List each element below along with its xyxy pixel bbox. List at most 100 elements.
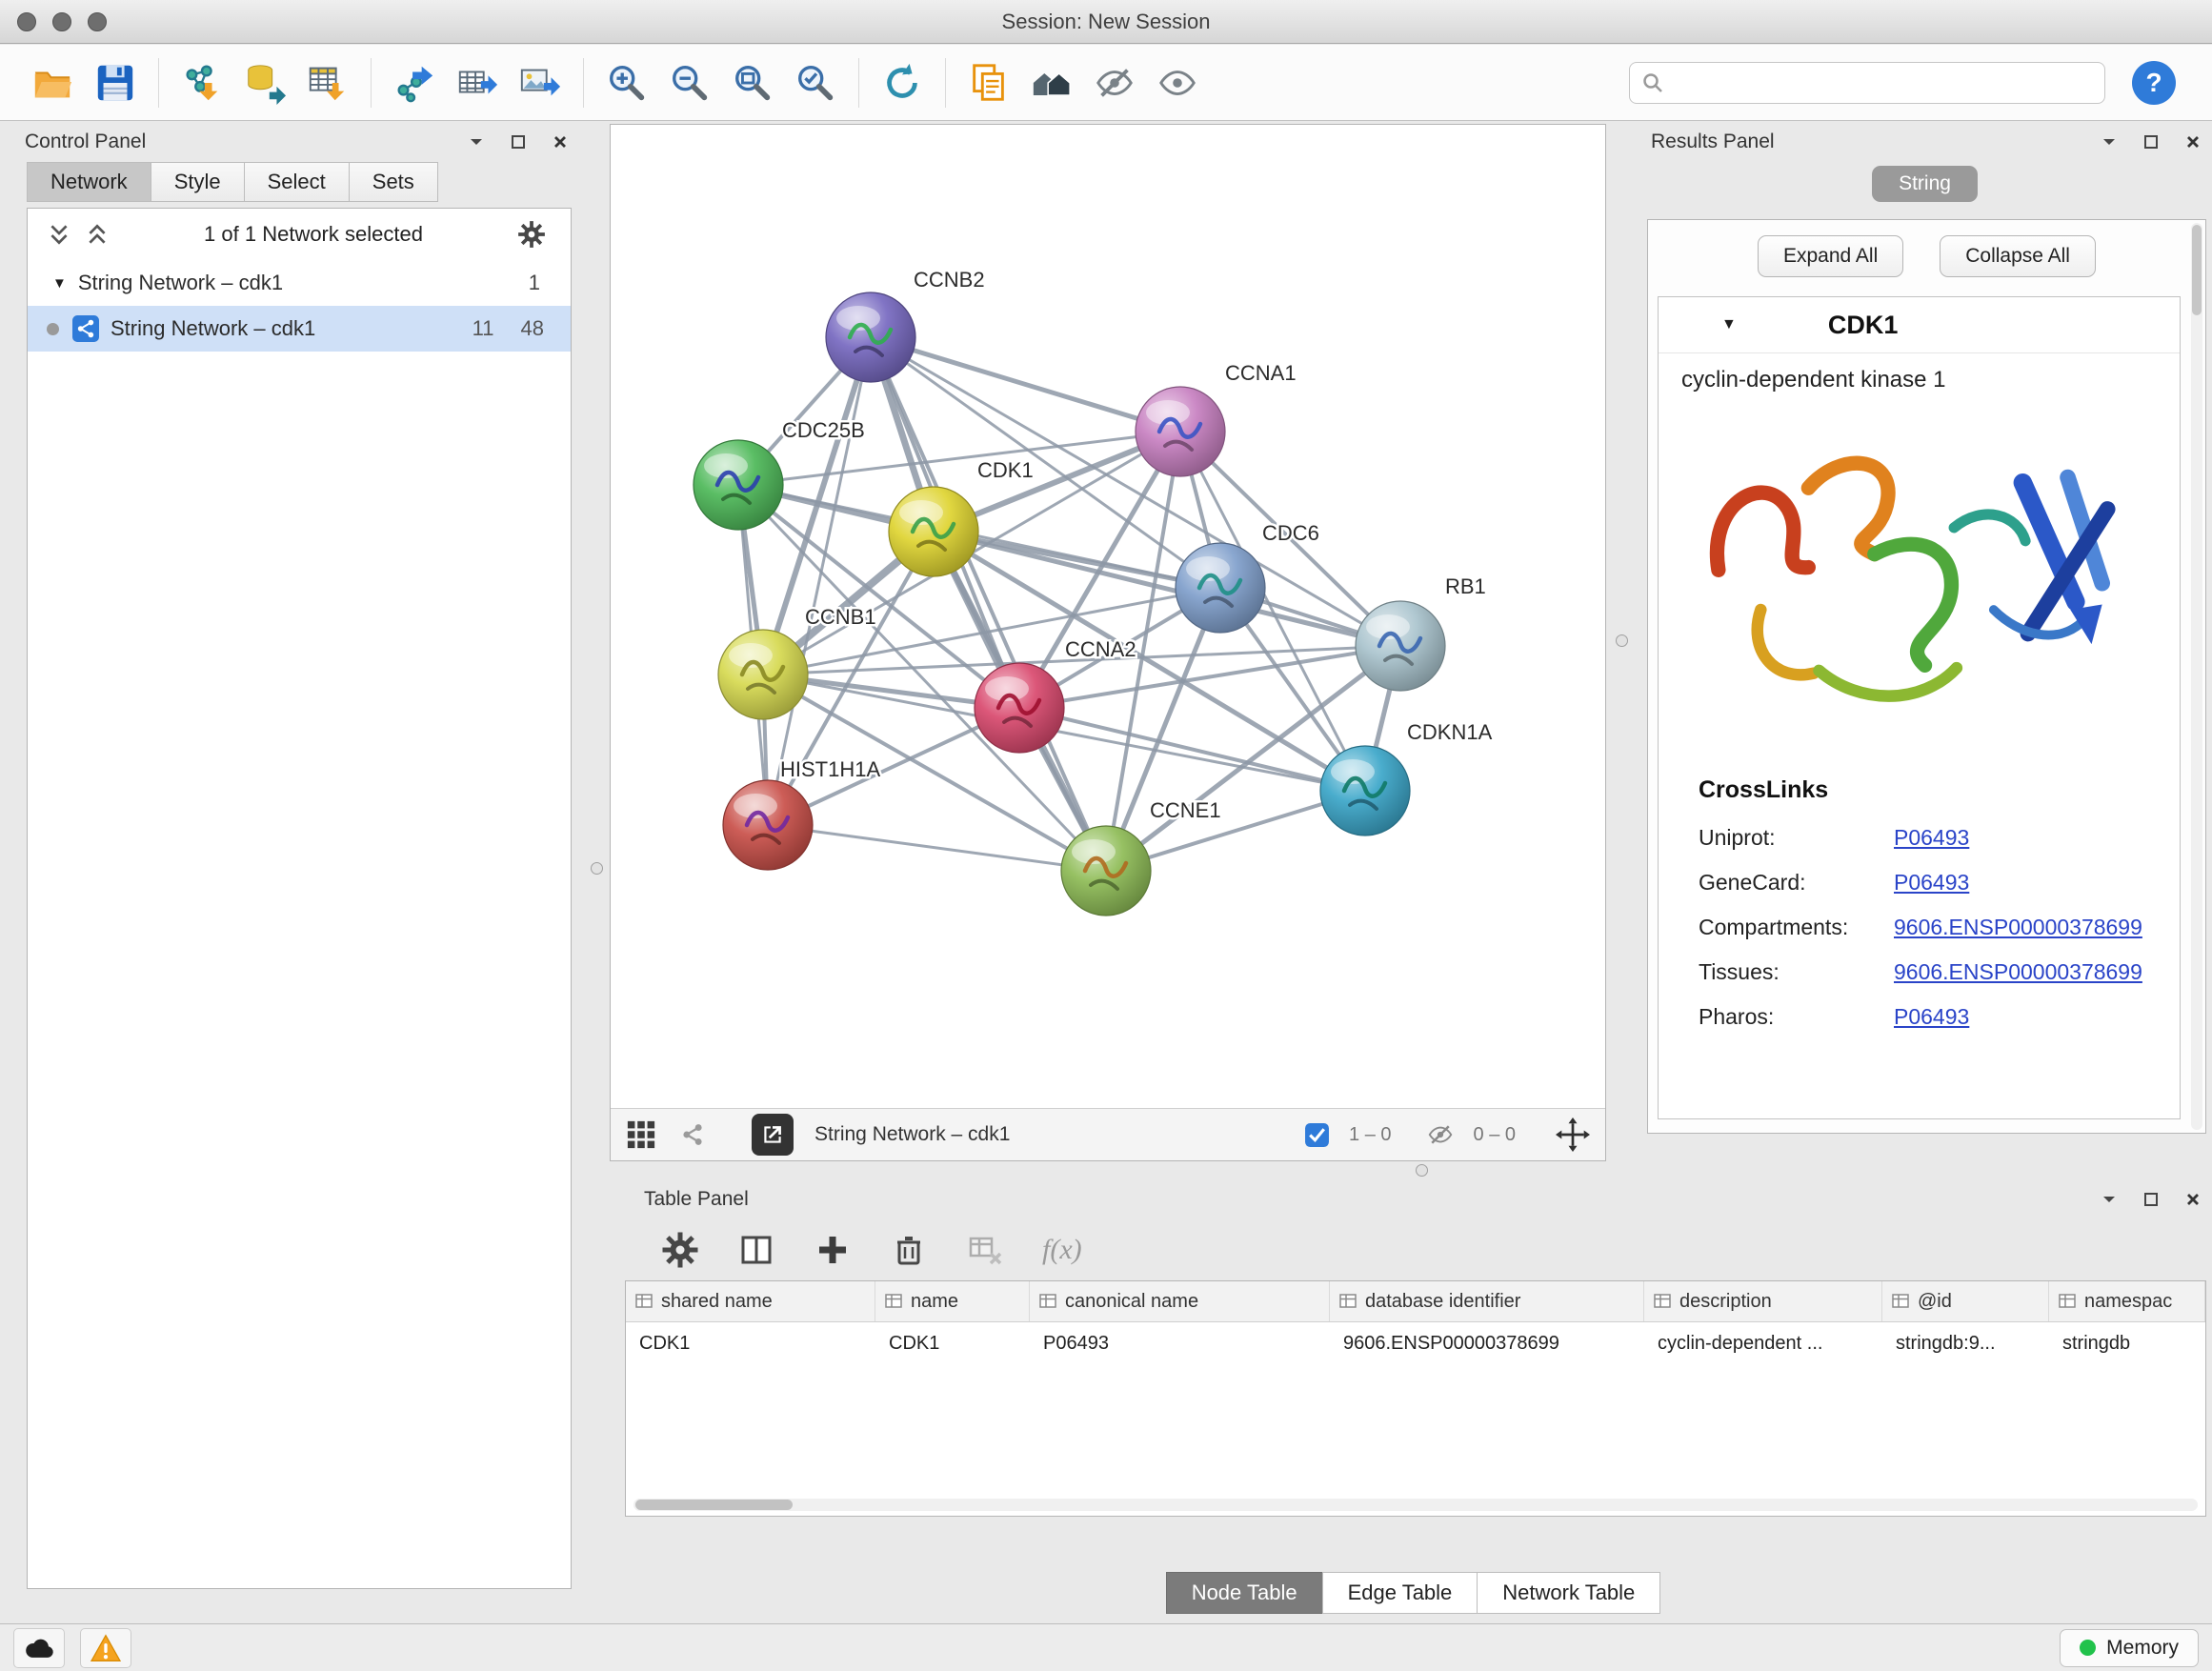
import-table-button[interactable] <box>300 55 355 111</box>
delete-table-button[interactable] <box>966 1231 1004 1269</box>
global-search-field[interactable] <box>1629 62 2105 104</box>
graph-node-ccna1[interactable]: CCNA1 <box>1136 361 1297 476</box>
open-session-button[interactable] <box>25 55 80 111</box>
zoom-out-button[interactable] <box>662 55 717 111</box>
column-header-name[interactable]: name <box>875 1281 1030 1321</box>
tab-select[interactable]: Select <box>244 162 350 202</box>
column-header--id[interactable]: @id <box>1882 1281 2049 1321</box>
table-cell[interactable]: P06493 <box>1030 1322 1330 1364</box>
open-in-new-window-button[interactable] <box>752 1114 794 1156</box>
hide-details-button[interactable] <box>1087 55 1142 111</box>
crosslink-link[interactable]: 9606.ENSP00000378699 <box>1894 915 2142 940</box>
left-splitter-handle[interactable] <box>591 862 603 875</box>
column-header-namespac[interactable]: namespac <box>2049 1281 2205 1321</box>
panel-menu-icon[interactable] <box>2100 1190 2119 1209</box>
gear-icon[interactable] <box>517 220 546 249</box>
table-cell[interactable]: stringdb <box>2049 1322 2205 1364</box>
network-collection-row[interactable]: ▼ String Network – cdk1 1 <box>28 260 571 306</box>
float-panel-icon[interactable] <box>2142 132 2161 151</box>
protein-card-header[interactable]: ▼ CDK1 <box>1659 297 2180 353</box>
bottom-splitter-handle[interactable] <box>1416 1164 1428 1177</box>
table-cell[interactable]: CDK1 <box>626 1322 875 1364</box>
table-cell[interactable]: CDK1 <box>875 1322 1030 1364</box>
graph-edge[interactable] <box>768 337 871 825</box>
graph-edge[interactable] <box>871 337 1180 432</box>
graph-node-ccne1[interactable]: CCNE1 <box>1061 798 1221 916</box>
table-row[interactable]: CDK1CDK1P064939606.ENSP00000378699cyclin… <box>626 1322 2205 1364</box>
column-header-description[interactable]: description <box>1644 1281 1882 1321</box>
table-cell[interactable]: 9606.ENSP00000378699 <box>1330 1322 1644 1364</box>
minimize-window-button[interactable] <box>52 12 71 31</box>
column-header-canonical-name[interactable]: canonical name <box>1030 1281 1330 1321</box>
zoom-selected-button[interactable] <box>788 55 843 111</box>
export-network-button[interactable] <box>387 55 442 111</box>
crosslink-link[interactable]: P06493 <box>1894 825 1969 851</box>
apply-layout-button[interactable] <box>875 55 930 111</box>
birds-eye-view-icon[interactable] <box>626 1119 656 1150</box>
float-panel-icon[interactable] <box>2142 1190 2161 1209</box>
collapse-all-button[interactable]: Collapse All <box>1940 235 2096 277</box>
panel-menu-icon[interactable] <box>2100 132 2119 151</box>
duplicate-network-button[interactable] <box>961 55 1016 111</box>
graph-node-rb1[interactable]: RB1 <box>1356 574 1486 691</box>
crosslink-link[interactable]: 9606.ENSP00000378699 <box>1894 959 2142 985</box>
network-row-selected[interactable]: String Network – cdk1 11 48 <box>28 306 571 352</box>
search-input[interactable] <box>1674 70 2093 94</box>
float-panel-icon[interactable] <box>509 132 528 151</box>
expand-all-icon[interactable] <box>85 222 110 247</box>
add-column-button[interactable] <box>814 1231 852 1269</box>
results-scrollbar[interactable] <box>2191 223 2202 1130</box>
collapse-triangle-icon[interactable]: ▼ <box>1721 316 1737 333</box>
maximize-window-button[interactable] <box>88 12 107 31</box>
import-network-file-button[interactable] <box>174 55 230 111</box>
network-canvas[interactable]: CCNB2CCNA1CDC25BCDK1CDC6RB1CCNB1CCNA2CDK… <box>611 125 1605 1108</box>
show-details-button[interactable] <box>1150 55 1205 111</box>
graph-node-cdc6[interactable]: CDC6 <box>1176 521 1319 633</box>
memory-button[interactable]: Memory <box>2060 1629 2199 1667</box>
export-image-button[interactable] <box>513 55 568 111</box>
close-panel-icon[interactable] <box>2183 1190 2202 1209</box>
crosslink-link[interactable]: P06493 <box>1894 1004 1969 1030</box>
export-table-button[interactable] <box>450 55 505 111</box>
tab-style[interactable]: Style <box>151 162 245 202</box>
graph-node-cdk1[interactable]: CDK1 <box>889 458 1034 576</box>
delete-column-button[interactable] <box>890 1231 928 1269</box>
help-button[interactable]: ? <box>2132 61 2176 105</box>
close-window-button[interactable] <box>17 12 36 31</box>
table-cell[interactable]: stringdb:9... <box>1882 1322 2049 1364</box>
tab-network-table[interactable]: Network Table <box>1477 1572 1660 1614</box>
graph-edge[interactable] <box>768 825 1106 871</box>
tab-string[interactable]: String <box>1872 166 1978 202</box>
import-network-database-button[interactable] <box>237 55 292 111</box>
tab-network[interactable]: Network <box>27 162 151 202</box>
crosslink-link[interactable]: P06493 <box>1894 870 1969 896</box>
zoom-in-button[interactable] <box>599 55 654 111</box>
column-header-database-identifier[interactable]: database identifier <box>1330 1281 1644 1321</box>
column-header-shared-name[interactable]: shared name <box>626 1281 875 1321</box>
network-share-gray-icon[interactable] <box>677 1119 708 1150</box>
show-columns-button[interactable] <box>737 1231 775 1269</box>
hidden-eye-slash-icon[interactable] <box>1426 1120 1455 1149</box>
tab-sets[interactable]: Sets <box>349 162 438 202</box>
home-button[interactable] <box>1024 55 1079 111</box>
graph-edge[interactable] <box>871 337 1106 871</box>
panel-menu-icon[interactable] <box>467 132 486 151</box>
save-session-button[interactable] <box>88 55 143 111</box>
selection-checkbox-icon[interactable] <box>1304 1122 1330 1148</box>
expand-triangle-icon[interactable]: ▼ <box>52 275 67 292</box>
table-cell[interactable]: cyclin-dependent ... <box>1644 1322 1882 1364</box>
tab-node-table[interactable]: Node Table <box>1166 1572 1323 1614</box>
function-builder-button[interactable]: f(x) <box>1042 1234 1082 1266</box>
collapse-all-icon[interactable] <box>47 222 71 247</box>
graph-node-ccnb1[interactable]: CCNB1 <box>718 605 876 719</box>
right-splitter-handle[interactable] <box>1616 634 1628 647</box>
graph-node-hist1h1a[interactable]: HIST1H1A <box>723 757 880 870</box>
close-panel-icon[interactable] <box>551 132 570 151</box>
cloud-status-button[interactable] <box>13 1628 65 1668</box>
close-panel-icon[interactable] <box>2183 132 2202 151</box>
warnings-button[interactable] <box>80 1628 131 1668</box>
table-settings-button[interactable] <box>661 1231 699 1269</box>
expand-all-button[interactable]: Expand All <box>1758 235 1903 277</box>
graph-node-cdkn1a[interactable]: CDKN1A <box>1320 720 1493 836</box>
table-horizontal-scrollbar[interactable] <box>633 1499 2198 1511</box>
